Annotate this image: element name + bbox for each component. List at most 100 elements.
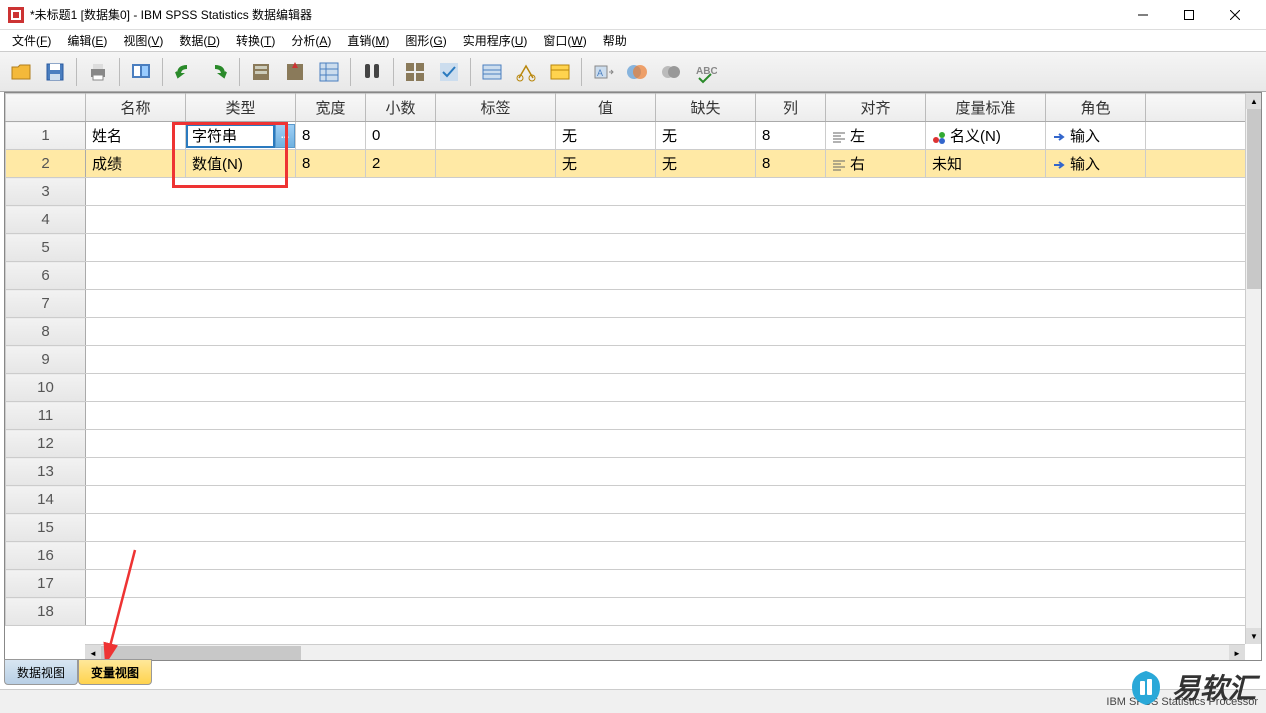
select-cases-button[interactable] (434, 57, 464, 87)
scroll-up-button[interactable]: ▲ (1246, 93, 1262, 109)
maximize-button[interactable] (1166, 0, 1212, 30)
menu-item-10[interactable]: 帮助 (595, 30, 635, 51)
goto-variable-button[interactable] (280, 57, 310, 87)
save-button[interactable] (40, 57, 70, 87)
empty-row[interactable] (86, 346, 1261, 374)
row-header[interactable]: 11 (6, 402, 86, 430)
cell-name[interactable]: 成绩 (86, 150, 186, 178)
row-header[interactable]: 14 (6, 486, 86, 514)
empty-row[interactable] (86, 458, 1261, 486)
row-header[interactable]: 4 (6, 206, 86, 234)
column-header-7[interactable]: 列 (756, 94, 826, 122)
cell-align[interactable]: 右 (826, 150, 926, 178)
column-header-8[interactable]: 对齐 (826, 94, 926, 122)
column-header-3[interactable]: 小数 (366, 94, 436, 122)
menu-item-1[interactable]: 编辑(E) (59, 30, 115, 51)
row-header[interactable]: 5 (6, 234, 86, 262)
empty-row[interactable] (86, 570, 1261, 598)
empty-row[interactable] (86, 374, 1261, 402)
row-header[interactable]: 8 (6, 318, 86, 346)
column-header-2[interactable]: 宽度 (296, 94, 366, 122)
cell-values[interactable]: 无 (556, 122, 656, 150)
column-header-10[interactable]: 角色 (1046, 94, 1146, 122)
empty-row[interactable] (86, 514, 1261, 542)
cell-type-editing[interactable]: 字符串... (186, 122, 296, 150)
goto-case-button[interactable] (246, 57, 276, 87)
row-header[interactable]: 16 (6, 542, 86, 570)
cell-label[interactable] (436, 150, 556, 178)
row-header[interactable]: 12 (6, 430, 86, 458)
menu-item-8[interactable]: 实用程序(U) (455, 30, 536, 51)
empty-row[interactable] (86, 542, 1261, 570)
column-header-0[interactable]: 名称 (86, 94, 186, 122)
weight-cases-button[interactable] (511, 57, 541, 87)
scroll-right-button[interactable]: ► (1229, 645, 1245, 661)
close-button[interactable] (1212, 0, 1258, 30)
cell-name[interactable]: 姓名 (86, 122, 186, 150)
row-header[interactable]: 3 (6, 178, 86, 206)
row-header[interactable]: 17 (6, 570, 86, 598)
row-header[interactable]: 7 (6, 290, 86, 318)
column-header-4[interactable]: 标签 (436, 94, 556, 122)
undo-button[interactable] (169, 57, 199, 87)
column-header-6[interactable]: 缺失 (656, 94, 756, 122)
cell-type-text[interactable]: 字符串 (186, 124, 275, 148)
menu-item-5[interactable]: 分析(A) (283, 30, 339, 51)
cell-decimals[interactable]: 2 (366, 150, 436, 178)
menu-item-7[interactable]: 图形(G) (397, 30, 454, 51)
row-header[interactable]: 13 (6, 458, 86, 486)
empty-row[interactable] (86, 206, 1261, 234)
column-header-1[interactable]: 类型 (186, 94, 296, 122)
empty-row[interactable] (86, 290, 1261, 318)
cell-role[interactable]: 输入 (1046, 150, 1146, 178)
empty-row[interactable] (86, 430, 1261, 458)
tab-data-view[interactable]: 数据视图 (4, 659, 78, 685)
menu-item-4[interactable]: 转换(T) (228, 30, 283, 51)
menu-item-2[interactable]: 视图(V) (115, 30, 171, 51)
cell-type[interactable]: 数值(N) (186, 150, 296, 178)
row-header[interactable]: 10 (6, 374, 86, 402)
row-header[interactable]: 1 (6, 122, 86, 150)
hscroll-thumb[interactable] (101, 646, 301, 660)
cell-align[interactable]: 左 (826, 122, 926, 150)
row-header[interactable]: 9 (6, 346, 86, 374)
redo-button[interactable] (203, 57, 233, 87)
cell-label[interactable] (436, 122, 556, 150)
empty-row[interactable] (86, 598, 1261, 626)
empty-row[interactable] (86, 402, 1261, 430)
cell-type-picker-button[interactable]: ... (275, 124, 295, 148)
cell-missing[interactable]: 无 (656, 122, 756, 150)
print-button[interactable] (83, 57, 113, 87)
tab-variable-view[interactable]: 变量视图 (78, 659, 152, 685)
spell-check-button[interactable]: ABC (690, 57, 720, 87)
use-sets-button[interactable] (545, 57, 575, 87)
vertical-scrollbar[interactable]: ▲ ▼ (1245, 93, 1261, 644)
cell-measure[interactable]: 名义(N) (926, 122, 1046, 150)
variables-button[interactable] (314, 57, 344, 87)
find-button[interactable] (357, 57, 387, 87)
row-header[interactable]: 15 (6, 514, 86, 542)
cell-columns[interactable]: 8 (756, 150, 826, 178)
cell-width[interactable]: 8 (296, 150, 366, 178)
menu-item-6[interactable]: 直销(M) (339, 30, 397, 51)
split-file-button[interactable] (400, 57, 430, 87)
empty-row[interactable] (86, 234, 1261, 262)
row-header[interactable]: 18 (6, 598, 86, 626)
recall-dialog-button[interactable] (126, 57, 156, 87)
vscroll-thumb[interactable] (1247, 109, 1261, 289)
show-selection-button[interactable] (622, 57, 652, 87)
row-header[interactable]: 6 (6, 262, 86, 290)
value-labels-button[interactable] (477, 57, 507, 87)
column-header-5[interactable]: 值 (556, 94, 656, 122)
menu-item-0[interactable]: 文件(F) (4, 30, 59, 51)
cell-measure[interactable]: 未知 (926, 150, 1046, 178)
scroll-down-button[interactable]: ▼ (1246, 628, 1262, 644)
show-all-variables-button[interactable]: A (588, 57, 618, 87)
empty-row[interactable] (86, 318, 1261, 346)
horizontal-scrollbar[interactable]: ◄ ► (85, 644, 1245, 660)
cell-missing[interactable]: 无 (656, 150, 756, 178)
corner-cell[interactable] (6, 94, 86, 122)
empty-row[interactable] (86, 262, 1261, 290)
empty-row[interactable] (86, 486, 1261, 514)
cell-columns[interactable]: 8 (756, 122, 826, 150)
